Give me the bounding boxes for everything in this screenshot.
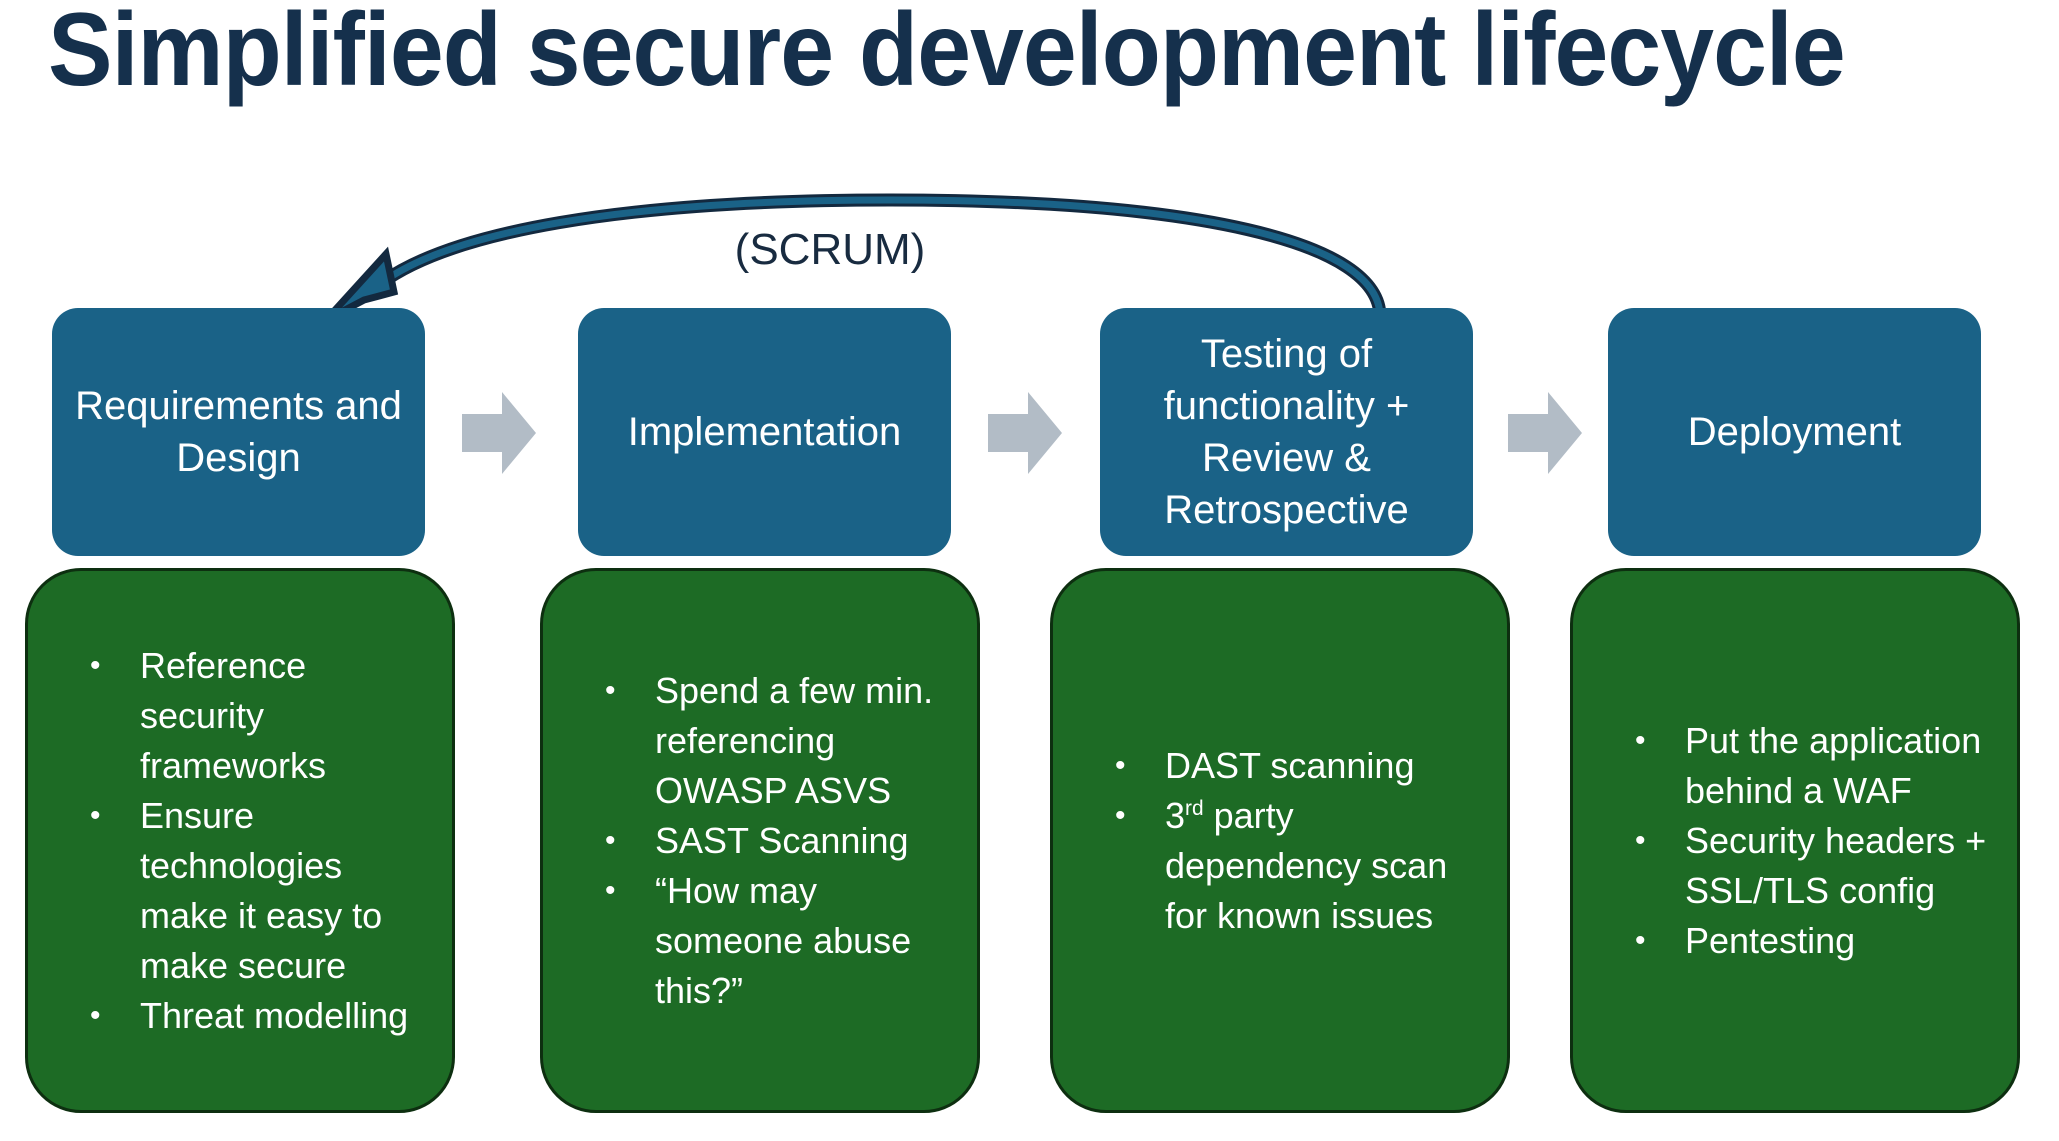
right-arrow-icon [462, 392, 536, 474]
detail-list: Reference security frameworks Ensure tec… [54, 641, 434, 1041]
list-item: 3rd party dependency scan for known issu… [1115, 791, 1489, 941]
page-title: Simplified secure development lifecycle [48, 0, 1846, 108]
list-item-text: party dependency scan for known issues [1165, 794, 1448, 936]
detail-list: Spend a few min. referencing OWASP ASVS … [569, 666, 959, 1016]
detail-box-requirements-and-design[interactable]: Reference security frameworks Ensure tec… [25, 568, 455, 1113]
stage-label: Deployment [1687, 410, 1902, 454]
list-item: DAST scanning [1115, 741, 1489, 791]
list-item-ordinal-suffix: rd [1185, 796, 1204, 820]
list-item: Ensure technologies make it easy to make… [90, 791, 434, 991]
scrum-loop-label: (SCRUM) [734, 225, 926, 274]
right-arrow-icon [988, 392, 1062, 474]
list-item: Spend a few min. referencing OWASP ASVS [605, 666, 959, 816]
detail-box-implementation[interactable]: Spend a few min. referencing OWASP ASVS … [540, 568, 980, 1113]
stage-box-implementation[interactable]: Implementation [578, 308, 951, 556]
list-item: Reference security frameworks [90, 641, 434, 791]
detail-list: DAST scanning 3rd party dependency scan … [1079, 741, 1489, 941]
list-item: “How may someone abuse this?” [605, 866, 959, 1016]
stage-box-requirements-and-design[interactable]: Requirements and Design [52, 308, 425, 556]
stage-box-testing-review-retrospective[interactable]: Testing of functionality + Review & Retr… [1100, 308, 1473, 556]
list-item-ordinal-number: 3 [1165, 794, 1186, 836]
list-item: Put the application behind a WAF [1635, 716, 1999, 816]
list-item: Pentesting [1635, 916, 1999, 966]
stage-label: Implementation [627, 410, 902, 454]
list-item: SAST Scanning [605, 816, 959, 866]
detail-box-deployment[interactable]: Put the application behind a WAF Securit… [1570, 568, 2020, 1113]
stage-box-deployment[interactable]: Deployment [1608, 308, 1981, 556]
stage-label: Testing of functionality + Review & Retr… [1163, 332, 1410, 532]
detail-list: Put the application behind a WAF Securit… [1599, 716, 1999, 966]
list-item: Threat modelling [90, 991, 434, 1041]
list-item: Security headers + SSL/TLS config [1635, 816, 1999, 916]
detail-box-testing-review-retrospective[interactable]: DAST scanning 3rd party dependency scan … [1050, 568, 1510, 1113]
right-arrow-icon [1508, 392, 1582, 474]
stage-label: Requirements and Design [75, 384, 402, 480]
